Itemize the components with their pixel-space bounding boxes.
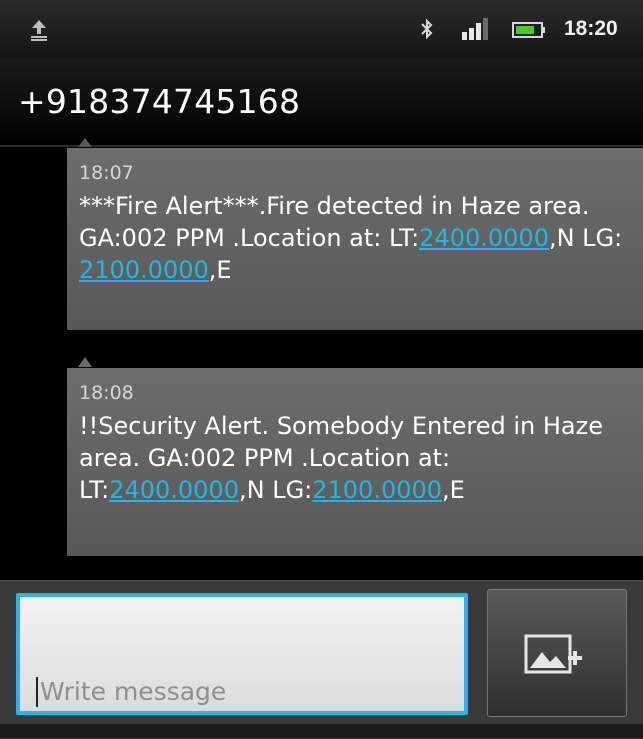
status-clock: 18:20 xyxy=(564,17,618,40)
compose-bar: Write message xyxy=(0,580,643,739)
message-input[interactable]: Write message xyxy=(16,593,468,715)
upload-icon xyxy=(31,20,47,41)
message-bubble[interactable]: 18:07 ***Fire Alert***.Fire detected in … xyxy=(67,148,643,330)
battery-icon xyxy=(512,22,545,38)
longitude-link[interactable]: 2100.0000 xyxy=(312,476,442,504)
latitude-link[interactable]: 2400.0000 xyxy=(109,476,239,504)
longitude-link[interactable]: 2100.0000 xyxy=(79,256,209,284)
message-body: ***Fire Alert***.Fire detected in Haze a… xyxy=(79,190,631,286)
latitude-link[interactable]: 2400.0000 xyxy=(419,224,549,252)
message-bubble[interactable]: 18:08 !!Security Alert. Somebody Entered… xyxy=(67,368,643,556)
attach-image-icon xyxy=(524,634,582,674)
signal-icon xyxy=(462,18,488,40)
text-caret xyxy=(36,677,38,707)
message-time: 18:07 xyxy=(79,162,134,184)
header-pointer xyxy=(78,138,92,147)
message-body: !!Security Alert. Somebody Entered in Ha… xyxy=(79,410,631,506)
bottom-strip xyxy=(0,724,643,738)
conversation-header: +918374745168 xyxy=(0,58,643,148)
bluetooth-icon xyxy=(421,18,433,40)
message-text: ,N LG: xyxy=(238,476,313,504)
attach-image-button[interactable] xyxy=(487,589,627,717)
message-text: ,E xyxy=(442,476,465,504)
message-placeholder: Write message xyxy=(40,677,227,706)
contact-title: +918374745168 xyxy=(18,82,301,121)
message-text: ,N LG: xyxy=(548,224,623,252)
status-bar: 18:20 xyxy=(0,0,643,58)
message-time: 18:08 xyxy=(79,382,134,404)
message-pointer xyxy=(78,357,92,367)
message-text: ,E xyxy=(208,256,232,284)
header-divider xyxy=(0,145,643,147)
